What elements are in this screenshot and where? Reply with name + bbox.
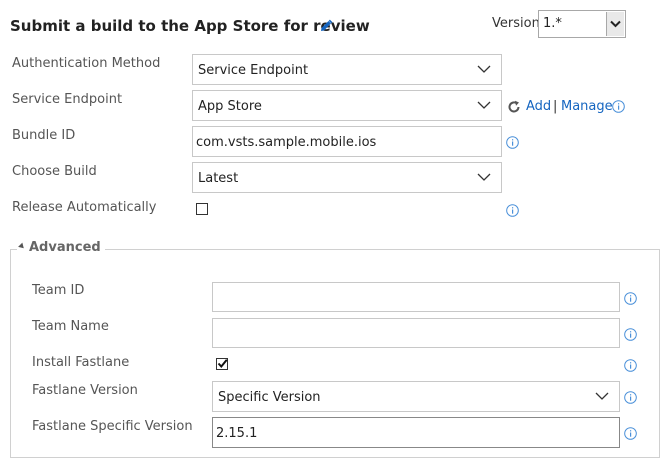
fastlane-specific-version-input[interactable]: 2.15.1 <box>212 417 620 448</box>
fastlane-specific-version-label: Fastlane Specific Version <box>32 419 193 434</box>
auth-method-select[interactable]: Service Endpoint <box>192 54 502 85</box>
add-endpoint-link[interactable]: Add <box>526 99 551 114</box>
auth-method-value: Service Endpoint <box>198 63 309 78</box>
service-endpoint-select[interactable]: App Store <box>192 90 502 121</box>
info-icon[interactable] <box>624 359 637 372</box>
choose-build-label: Choose Build <box>12 164 97 179</box>
fastlane-specific-version-value: 2.15.1 <box>216 426 258 441</box>
info-icon[interactable] <box>624 427 637 440</box>
link-separator: | <box>553 99 558 114</box>
team-name-input[interactable] <box>212 318 620 348</box>
team-id-label: Team ID <box>32 283 85 298</box>
chevron-down-icon <box>610 20 621 28</box>
info-icon[interactable] <box>506 136 519 149</box>
advanced-title: Advanced <box>29 240 101 255</box>
bundle-id-value: com.vsts.sample.mobile.ios <box>196 135 377 150</box>
install-fastlane-checkbox[interactable] <box>216 358 228 370</box>
info-icon[interactable] <box>612 100 625 113</box>
chevron-down-icon <box>595 392 609 400</box>
advanced-toggle[interactable]: Advanced <box>17 240 105 255</box>
team-id-input[interactable] <box>212 282 620 312</box>
chevron-down-icon <box>477 173 491 181</box>
info-icon[interactable] <box>624 328 637 341</box>
manage-endpoint-link[interactable]: Manage <box>561 99 613 114</box>
choose-build-value: Latest <box>198 171 239 186</box>
info-icon[interactable] <box>624 391 637 404</box>
version-label: Version <box>492 16 540 31</box>
release-automatically-label: Release Automatically <box>12 200 157 215</box>
collapse-triangle-icon <box>18 242 26 251</box>
info-icon[interactable] <box>506 204 519 217</box>
chevron-down-icon <box>477 65 491 73</box>
install-fastlane-label: Install Fastlane <box>32 355 130 370</box>
choose-build-select[interactable]: Latest <box>192 162 502 193</box>
check-icon <box>217 359 228 369</box>
release-automatically-checkbox[interactable] <box>196 203 208 215</box>
fastlane-version-label: Fastlane Version <box>32 383 138 398</box>
info-icon[interactable] <box>624 292 637 305</box>
service-endpoint-label: Service Endpoint <box>12 92 123 107</box>
task-title: Submit a build to the App Store for revi… <box>10 17 370 35</box>
auth-method-label: Authentication Method <box>12 56 161 71</box>
team-name-label: Team Name <box>32 319 109 334</box>
version-dropdown-button[interactable] <box>606 12 624 36</box>
chevron-down-icon <box>477 101 491 109</box>
service-endpoint-value: App Store <box>198 99 262 114</box>
fastlane-version-select[interactable]: Specific Version <box>212 381 620 412</box>
refresh-icon[interactable] <box>507 100 521 114</box>
version-select[interactable]: 1.* <box>538 10 626 38</box>
bundle-id-label: Bundle ID <box>12 128 76 143</box>
pencil-icon[interactable] <box>319 19 333 33</box>
version-value: 1.* <box>543 16 562 31</box>
fastlane-version-value: Specific Version <box>218 390 321 405</box>
bundle-id-input[interactable]: com.vsts.sample.mobile.ios <box>192 126 502 157</box>
